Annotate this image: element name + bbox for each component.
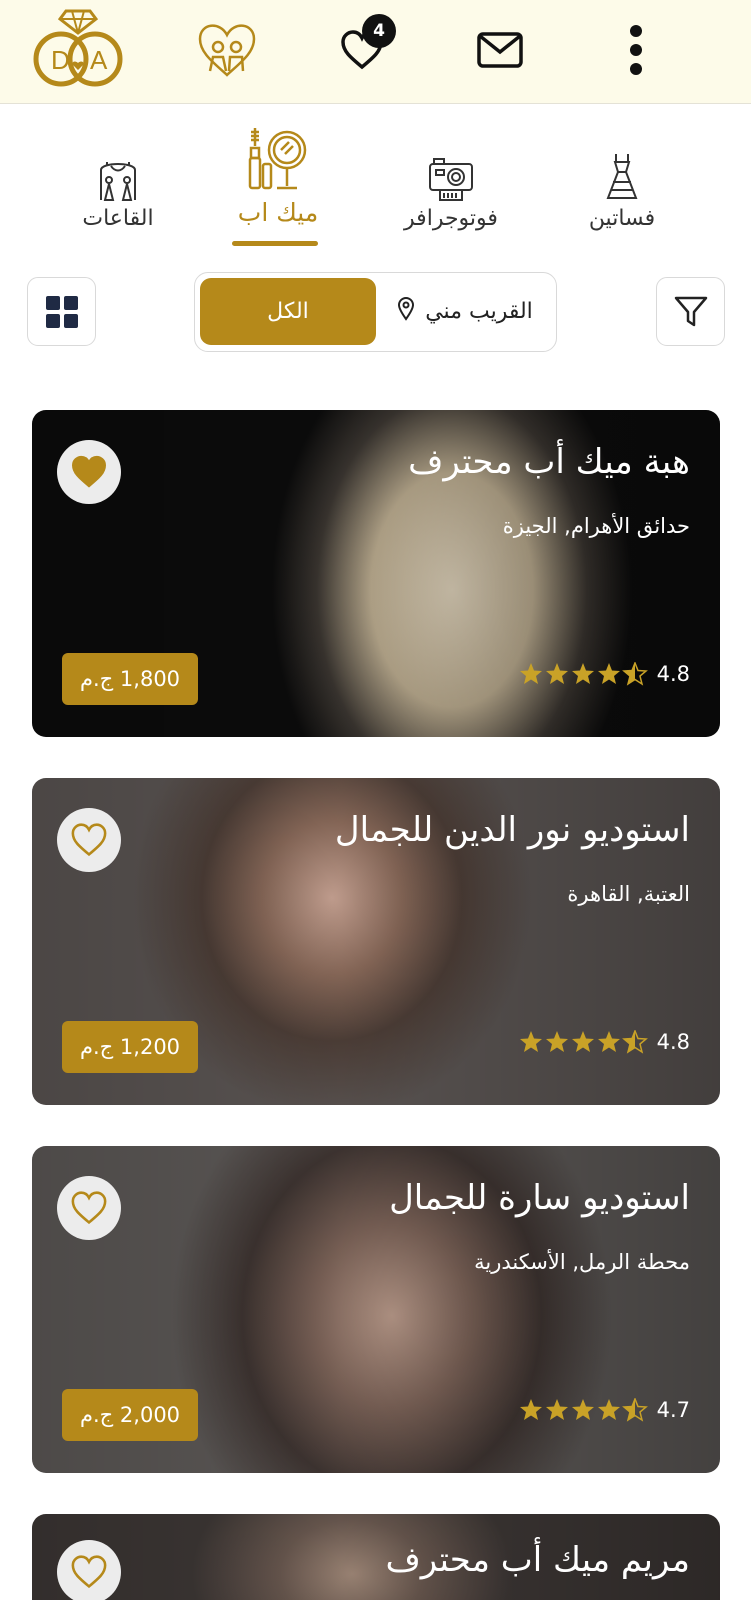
listing-location: حدائق الأهرام, الجيزة xyxy=(502,514,690,538)
couple-heart-icon[interactable] xyxy=(194,0,260,100)
price-tag: 1,800 ج.م xyxy=(62,653,199,705)
favorite-button[interactable] xyxy=(57,440,121,504)
heart-outline-icon xyxy=(71,1191,107,1225)
rating-value: 4.8 xyxy=(656,1030,690,1054)
nearby-label: القريب مني xyxy=(425,299,533,324)
favorite-button[interactable] xyxy=(57,808,121,872)
rating: 4.8 xyxy=(519,1030,690,1054)
svg-text:D: D xyxy=(51,45,70,75)
rings-logo-icon[interactable]: D A xyxy=(30,0,126,100)
favorite-button[interactable] xyxy=(57,1176,121,1240)
filter-icon xyxy=(674,296,707,326)
grid-view-icon xyxy=(45,295,78,328)
category-photographer[interactable]: فوتوجرافر xyxy=(371,122,531,231)
price-tag: 1,200 ج.م xyxy=(62,1021,199,1073)
filter-button[interactable] xyxy=(656,277,725,346)
listing-title: مريم ميك أب محترف xyxy=(385,1540,691,1580)
category-label: فساتين xyxy=(588,206,656,231)
price-tag: 2,000 ج.م xyxy=(62,1389,199,1441)
favorite-button[interactable] xyxy=(57,1540,121,1600)
category-label: فوتوجرافر xyxy=(404,206,498,231)
favorites-count-badge: 4 xyxy=(362,14,396,48)
mail-icon[interactable] xyxy=(476,0,524,100)
category-makeup[interactable]: ميك اب xyxy=(198,120,358,227)
app-header: D A 4 xyxy=(0,0,751,104)
listing-location: العتبة, القاهرة xyxy=(567,882,690,906)
rating-value: 4.7 xyxy=(656,1398,690,1422)
more-vertical-icon[interactable] xyxy=(624,0,648,100)
heart-filled-icon xyxy=(71,455,107,488)
all-option[interactable]: الكل xyxy=(200,278,376,345)
listing-card[interactable]: استوديو سارة للجمال محطة الرمل, الأسكندر… xyxy=(32,1146,720,1473)
star-rating-icons xyxy=(519,662,649,686)
grid-view-button[interactable] xyxy=(27,277,96,346)
rating: 4.8 xyxy=(519,662,690,686)
listing-location: محطة الرمل, الأسكندرية xyxy=(474,1250,690,1274)
category-label: ميك اب xyxy=(237,198,319,227)
listing-title: استوديو سارة للجمال xyxy=(389,1178,690,1218)
location-pin-icon xyxy=(397,296,415,327)
category-dresses[interactable]: فساتين xyxy=(542,122,702,231)
category-label: القاعات xyxy=(82,206,154,231)
camera-icon xyxy=(371,122,531,202)
active-tab-indicator xyxy=(232,241,318,246)
rating-value: 4.8 xyxy=(656,662,690,686)
rating: 4.7 xyxy=(519,1398,690,1422)
dress-icon xyxy=(542,122,702,202)
listing-title: استوديو نور الدين للجمال xyxy=(334,810,690,850)
category-halls[interactable]: القاعات xyxy=(38,122,198,231)
nearby-option[interactable]: القريب مني xyxy=(385,278,545,345)
star-rating-icons xyxy=(519,1398,649,1422)
makeup-mirror-icon xyxy=(198,120,358,192)
heart-outline-icon xyxy=(71,823,107,857)
star-rating-icons xyxy=(519,1030,649,1054)
listing-card[interactable]: مريم ميك أب محترف xyxy=(32,1514,720,1600)
wedding-hall-icon xyxy=(38,122,198,202)
svg-text:A: A xyxy=(90,45,108,75)
heart-outline-icon xyxy=(71,1555,107,1589)
location-segmented-control: الكل القريب مني xyxy=(194,272,557,352)
favorites-button[interactable]: 4 xyxy=(338,0,396,100)
listing-card[interactable]: استوديو نور الدين للجمال العتبة, القاهرة… xyxy=(32,778,720,1105)
listing-title: هبة ميك أب محترف xyxy=(408,442,690,482)
listing-card[interactable]: هبة ميك أب محترف حدائق الأهرام, الجيزة 1… xyxy=(32,410,720,737)
